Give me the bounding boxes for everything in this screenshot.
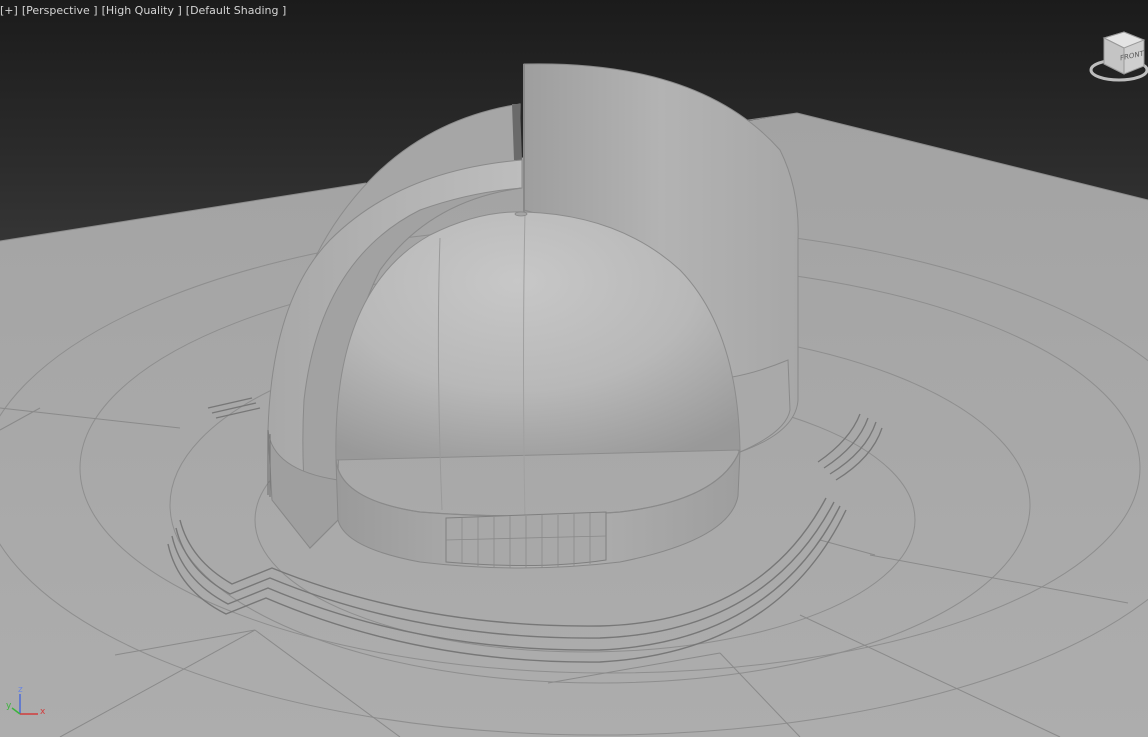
viewport-quality-menu[interactable]: [High Quality ] [102, 4, 182, 17]
viewcube[interactable]: FRONT [1086, 28, 1148, 86]
viewport-point-of-view-menu[interactable]: [Perspective ] [22, 4, 98, 17]
viewport-shading-menu[interactable]: [Default Shading ] [186, 4, 286, 17]
perspective-viewport[interactable]: [+] [Perspective ] [High Quality ] [Defa… [0, 0, 1148, 737]
viewport-label-menu: [+] [Perspective ] [High Quality ] [Defa… [0, 2, 290, 18]
axis-z-label: z [18, 685, 23, 695]
axis-y-label: y [6, 701, 12, 711]
scene-render[interactable] [0, 0, 1148, 737]
axis-x-label: x [40, 707, 46, 717]
entrance-doors [445, 511, 607, 568]
axis-tripod: z x y [2, 686, 50, 722]
viewport-general-menu[interactable]: [+] [0, 4, 18, 17]
dome-apex [514, 211, 528, 217]
